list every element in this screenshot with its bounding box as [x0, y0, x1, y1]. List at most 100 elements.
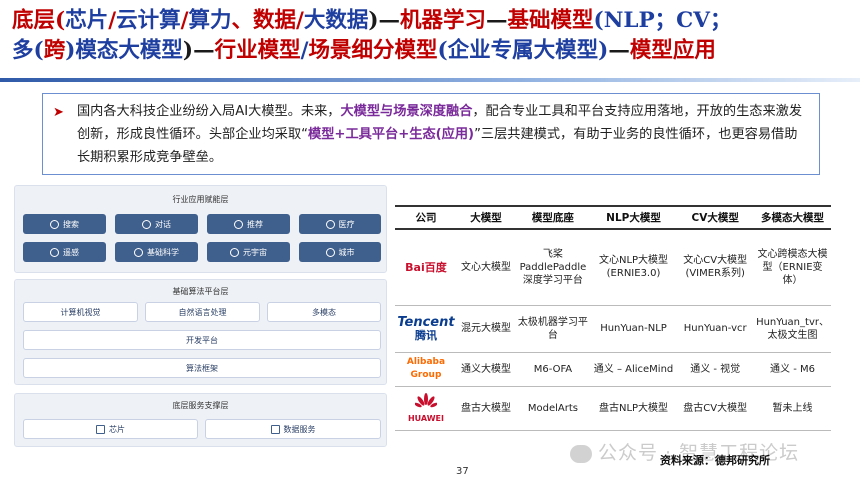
table-cell: 混元大模型	[456, 305, 516, 353]
tencent-logo: Tencent	[397, 314, 455, 330]
app-label: 医疗	[338, 219, 355, 229]
algo-label: 计算机视觉	[60, 307, 101, 317]
app-label: 推荐	[247, 219, 263, 229]
title-seg: 大数据	[303, 8, 369, 33]
table-cell: 通义 - 视觉	[676, 352, 755, 387]
title-seg: )—	[182, 38, 215, 63]
table-cell: 文心大模型	[456, 229, 516, 306]
table-cell: 盘古NLP大模型	[590, 386, 677, 431]
service-button-chip: 芯片	[23, 419, 198, 439]
slide-title: 底层(芯片/云计算/算力、数据/大数据)—机器学习—基础模型(NLP；CV； 多…	[12, 6, 852, 66]
title-seg: 算力	[188, 8, 232, 33]
table-cell: HunYuan-NLP	[590, 305, 677, 353]
page-number: 37	[456, 466, 469, 477]
table-header: 公司	[395, 205, 457, 230]
thumbs-up-icon	[234, 219, 243, 229]
company-logo-baidu: Bai百度	[395, 229, 457, 306]
app-button-recommend: 推荐	[207, 214, 290, 234]
title-seg: )模态大模型	[65, 38, 183, 63]
title-seg: 机器学习	[400, 8, 487, 33]
title-seg: —	[486, 8, 508, 33]
bullet-text: 国内各大科技企业纷纷入局AI大模型。未来，	[77, 104, 341, 119]
table-cell: 通义大模型	[456, 352, 516, 387]
table-cell: 太极机器学习平台	[515, 305, 591, 353]
app-button-medical: 医疗	[299, 214, 381, 234]
title-seg: 云计算	[116, 8, 181, 33]
table-row: HUAWEI 盘古大模型 ModelArts 盘古NLP大模型 盘古CV大模型 …	[395, 386, 831, 431]
title-seg: /	[108, 8, 117, 33]
algo-button-cv: 计算机视觉	[23, 302, 138, 322]
table-cell: 盘古CV大模型	[676, 386, 755, 431]
table-row: Bai百度 文心大模型 飞桨 PaddlePaddle 深度学习平台 文心NLP…	[395, 229, 831, 306]
service-label: 芯片	[109, 424, 125, 434]
table-cell: 通义 – AliceMind	[590, 352, 677, 387]
tencent-logo-sub: 腾讯	[414, 328, 437, 342]
search-icon	[50, 219, 59, 229]
alibaba-logo: Alibaba Group	[406, 357, 446, 380]
service-button-data: 数据服务	[205, 419, 381, 439]
satellite-icon	[50, 247, 59, 257]
table-cell: 文心跨模态大模型（ERNIE变体）	[754, 229, 831, 306]
table-cell: M6-OFA	[515, 352, 591, 387]
bullet-highlight: 模型+工具平台+生态(应用)	[308, 127, 475, 142]
app-label: 城市	[338, 247, 355, 257]
medical-icon	[325, 219, 335, 229]
table-header: NLP大模型	[590, 205, 677, 230]
huawei-petal-icon	[414, 392, 437, 407]
wechat-icon	[570, 444, 592, 463]
title-line-2: 多(跨)模态大模型)—行业模型/场景细分模型(企业专属大模型)—模型应用	[12, 36, 852, 66]
layer-title: 底层服务支撑层	[172, 401, 229, 410]
title-seg: 基础模型	[507, 8, 594, 33]
data-icon	[270, 424, 280, 434]
title-seg: (NLP；CV；	[593, 8, 732, 33]
app-label: 遥感	[63, 247, 79, 257]
layer-algorithm-platform: 基础算法平台层 计算机视觉 自然语言处理 多模态 开发平台 算法框架	[14, 279, 387, 385]
table-cell: 通义 - M6	[754, 352, 831, 387]
company-logo-tencent: Tencent 腾讯	[395, 305, 457, 353]
title-seg: 底层(	[12, 8, 66, 33]
table-header-row: 公司 大模型 模型底座 NLP大模型 CV大模型 多模态大模型	[395, 205, 831, 230]
planet-icon	[230, 247, 239, 257]
service-label: 数据服务	[283, 424, 316, 434]
title-seg: 行业模型	[214, 38, 301, 63]
title-seg: 、数据/	[231, 8, 304, 33]
title-line-1: 底层(芯片/云计算/算力、数据/大数据)—机器学习—基础模型(NLP；CV；	[12, 6, 852, 36]
title-divider	[0, 78, 860, 82]
algo-button-nlp: 自然语言处理	[145, 302, 260, 322]
table-cell: HunYuan-vcr	[676, 305, 755, 353]
title-seg: 芯片	[65, 8, 109, 33]
algo-label: 自然语言处理	[178, 307, 227, 317]
table-cell: 文心CV大模型 (VIMER系列)	[676, 229, 755, 306]
app-button-chat: 对话	[115, 214, 198, 234]
app-button-remote-sensing: 遥感	[23, 242, 106, 262]
table-cell: 暂未上线	[754, 386, 831, 431]
title-seg: )—	[368, 8, 401, 33]
table-row: Tencent 腾讯 混元大模型 太极机器学习平台 HunYuan-NLP Hun…	[395, 305, 831, 353]
table-cell: 文心NLP大模型 (ERNIE3.0)	[590, 229, 677, 306]
chip-icon	[96, 424, 105, 434]
bullet-textbox: ➤ 国内各大科技企业纷纷入局AI大模型。未来，大模型与场景深度融合，配合专业工具…	[42, 93, 820, 175]
algo-button-multimodal: 多模态	[267, 302, 381, 322]
title-seg: 多(	[12, 38, 44, 63]
architecture-diagram: 行业应用赋能层 搜索 对话 推荐 医疗 遥感 基础科学 元宇宙 城市 基础算法平…	[14, 185, 387, 447]
model-comparison-table: 公司 大模型 模型底座 NLP大模型 CV大模型 多模态大模型 Bai百度 文心…	[395, 205, 831, 431]
app-button-metaverse: 元宇宙	[207, 242, 290, 262]
app-label: 搜索	[63, 219, 79, 229]
app-label: 基础科学	[147, 247, 179, 257]
huawei-logo: HUAWEI	[407, 413, 444, 423]
table-cell: 飞桨 PaddlePaddle 深度学习平台	[515, 229, 591, 306]
source-note: 资料来源：德邦研究所	[660, 454, 770, 467]
algo-label: 多模态	[312, 307, 336, 317]
algo-button-framework: 算法框架	[23, 358, 381, 378]
title-seg: —	[608, 38, 630, 63]
company-logo-alibaba: Alibaba Group	[395, 352, 457, 387]
flask-icon	[134, 247, 143, 257]
table-cell: HunYuan_tvr、太极文生图	[754, 305, 831, 353]
building-icon	[325, 247, 335, 257]
title-seg: 模型应用	[629, 38, 716, 63]
table-header: 大模型	[456, 205, 516, 230]
table-cell: 盘古大模型	[456, 386, 516, 431]
layer-title: 行业应用赋能层	[172, 195, 229, 204]
layer-industry-application: 行业应用赋能层 搜索 对话 推荐 医疗 遥感 基础科学 元宇宙 城市	[14, 185, 387, 273]
app-label: 对话	[155, 219, 171, 229]
